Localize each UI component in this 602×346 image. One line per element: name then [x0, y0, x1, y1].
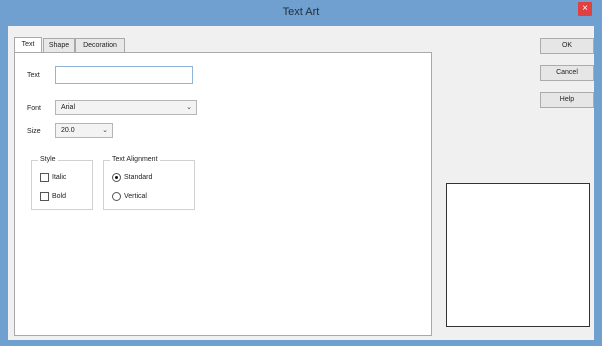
tab-text[interactable]: Text — [14, 37, 42, 52]
standard-label: Standard — [124, 174, 153, 181]
italic-checkbox[interactable] — [40, 173, 49, 182]
dialog-client-area: Text Shape Decoration Text Font Arial ⌄ … — [8, 26, 594, 340]
close-icon: × — [582, 3, 588, 14]
tab-shape[interactable]: Shape — [43, 38, 75, 52]
chevron-down-icon: ⌄ — [186, 104, 192, 111]
text-alignment-group-title: Text Alignment — [110, 156, 160, 163]
size-select[interactable]: 20.0 ⌄ — [55, 123, 113, 138]
bold-label: Bold — [52, 193, 67, 200]
vertical-radio[interactable] — [112, 192, 121, 201]
text-art-dialog: Text Art × Text Shape Decoration Text Fo… — [0, 0, 602, 346]
vertical-label: Vertical — [124, 193, 147, 200]
title-bar: Text Art × — [0, 0, 602, 26]
size-label: Size — [27, 128, 41, 135]
text-tab-panel: Text Font Arial ⌄ Size 20.0 ⌄ Style Ital… — [14, 52, 432, 336]
preview-area — [446, 183, 590, 327]
font-select-value: Arial — [61, 104, 76, 111]
bold-checkbox[interactable] — [40, 192, 49, 201]
style-group-title: Style — [38, 156, 58, 163]
radio-selected-dot — [115, 176, 118, 179]
standard-radio[interactable] — [112, 173, 121, 182]
italic-label: Italic — [52, 174, 67, 181]
text-input[interactable] — [55, 66, 193, 84]
text-alignment-group: Text Alignment Standard Vertical — [103, 156, 195, 210]
text-label: Text — [27, 72, 40, 79]
cancel-button[interactable]: Cancel — [540, 65, 594, 81]
tab-decoration[interactable]: Decoration — [75, 38, 125, 52]
chevron-down-icon: ⌄ — [102, 127, 108, 134]
help-button[interactable]: Help — [540, 92, 594, 108]
font-label: Font — [27, 105, 42, 112]
size-select-value: 20.0 — [61, 127, 75, 134]
dialog-title: Text Art — [282, 6, 320, 18]
style-group: Style Italic Bold — [31, 156, 93, 210]
close-button[interactable]: × — [578, 2, 592, 16]
ok-button[interactable]: OK — [540, 38, 594, 54]
font-select[interactable]: Arial ⌄ — [55, 100, 197, 115]
